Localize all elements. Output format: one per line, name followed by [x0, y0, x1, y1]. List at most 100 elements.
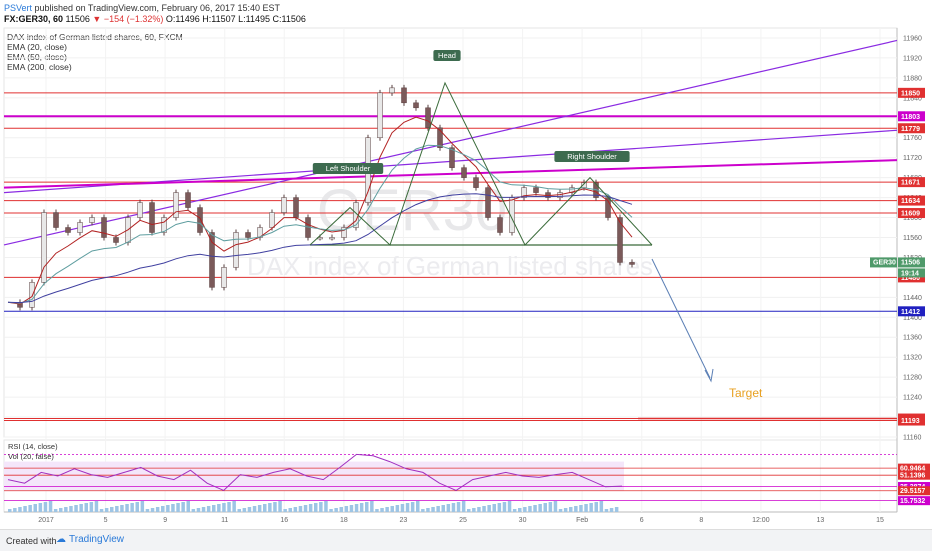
rsi-tag: 80.0000 — [900, 452, 925, 459]
candle-body — [245, 232, 251, 238]
volume-bar — [145, 509, 150, 512]
volume-bar — [120, 505, 124, 512]
price-tag: 11850 — [898, 87, 925, 98]
volume-bar — [329, 509, 333, 512]
volume-bar — [104, 508, 109, 512]
x-tick-label: 12:00 — [752, 517, 770, 524]
volume-bar — [217, 504, 221, 512]
volume-bar — [38, 503, 43, 512]
chart-screenshot: PSVert published on TradingView.com, Feb… — [0, 0, 932, 551]
created-with-text: Created with — [6, 536, 57, 546]
rsi-tag-text: 29.5157 — [900, 488, 925, 495]
x-tick-label: 25 — [459, 517, 467, 524]
rsi-tag-text: 80.0000 — [900, 452, 925, 459]
volume-bar — [252, 506, 257, 512]
volume-bar — [283, 509, 287, 512]
volume-bar — [23, 506, 27, 512]
rsi-tag: 15.7532 — [898, 496, 930, 506]
y-tick-label: 11920 — [903, 55, 922, 62]
volume-bar — [303, 505, 308, 512]
volume-bar — [502, 502, 507, 512]
volume-bar — [53, 509, 58, 512]
y-tick-label: 11720 — [903, 155, 922, 162]
volume-bar — [33, 504, 37, 512]
volume-bar — [268, 503, 272, 512]
volume-bar — [538, 504, 542, 512]
volume-bar — [410, 502, 415, 512]
candle-body — [197, 207, 203, 233]
volume-bar — [436, 506, 440, 512]
volume-bar — [574, 506, 578, 512]
volume-bar — [191, 509, 196, 512]
candle-body — [101, 217, 107, 238]
cloud-icon: ☁ — [56, 534, 66, 545]
volume-bar — [115, 506, 119, 512]
candle-body — [485, 187, 491, 218]
volume-bar — [339, 507, 343, 512]
volume-bar — [385, 507, 389, 512]
volume-bar — [89, 502, 94, 512]
volume-bar — [512, 509, 517, 512]
price-tag: 11671 — [898, 177, 925, 188]
volume-bar — [614, 507, 619, 512]
tradingview-logo[interactable]: ☁ TradingView — [56, 534, 124, 545]
candle-body — [113, 237, 119, 243]
volume-bar — [523, 507, 527, 512]
price-tag-text: 11634 — [901, 198, 920, 205]
volume-bar — [579, 505, 583, 512]
y-tick-label: 11160 — [903, 435, 922, 442]
candle-body — [53, 212, 59, 228]
volume-bar — [370, 501, 374, 512]
price-tag-text: 11850 — [901, 90, 920, 97]
price-chart[interactable]: 1196011920118801184011800117601172011680… — [0, 0, 932, 529]
current-price-tag: 11506 — [898, 257, 925, 268]
volume-bar — [308, 504, 313, 512]
target-label: Target — [729, 386, 763, 400]
volume-bar — [528, 506, 532, 512]
rsi-legend: RSI (14, close) — [8, 442, 58, 451]
volume-bar — [599, 501, 604, 512]
volume-bar — [441, 505, 445, 512]
candle-body — [209, 232, 215, 288]
x-tick-label: 16 — [280, 517, 288, 524]
countdown-text: 19:14 — [901, 270, 919, 277]
volume-bar — [130, 503, 134, 512]
symbol-tag-text: GER30 — [873, 259, 896, 266]
volume-bar — [227, 502, 231, 512]
volume-bar — [8, 509, 12, 512]
volume-bar — [99, 509, 104, 512]
price-tag-text: 11779 — [901, 126, 920, 133]
volume-bar — [421, 509, 425, 512]
volume-bar — [43, 502, 48, 512]
y-tick-label: 11320 — [903, 355, 922, 362]
candle-body — [233, 232, 239, 268]
volume-bar — [365, 502, 369, 512]
x-tick-label: 13 — [817, 517, 825, 524]
volume-bar — [467, 509, 471, 512]
head-label: Head — [433, 50, 461, 61]
volume-bar — [461, 501, 466, 512]
volume-bar — [79, 504, 83, 512]
volume-bar — [59, 508, 63, 512]
volume-bar — [166, 505, 170, 512]
candle-body — [281, 197, 287, 213]
volume-bar — [487, 505, 491, 512]
volume-bar — [48, 501, 53, 512]
volume-bar — [237, 509, 241, 512]
price-tag-text: 11193 — [901, 418, 920, 425]
brand-name: TradingView — [69, 534, 125, 545]
volume-bar — [380, 508, 384, 512]
y-tick-label: 11880 — [903, 75, 922, 82]
volume-bar — [492, 504, 496, 512]
candle-body — [185, 192, 191, 208]
volume-bar — [405, 503, 410, 512]
right-shoulder-label: Right Shoulder — [554, 151, 630, 162]
volume-bar — [482, 506, 486, 512]
x-tick-label: 23 — [400, 517, 408, 524]
volume-bar — [324, 501, 328, 512]
volume-bar — [349, 505, 354, 512]
volume-bar — [446, 504, 451, 512]
volume-bar — [206, 506, 211, 512]
candle-body — [293, 197, 299, 218]
candle-body — [221, 267, 227, 288]
